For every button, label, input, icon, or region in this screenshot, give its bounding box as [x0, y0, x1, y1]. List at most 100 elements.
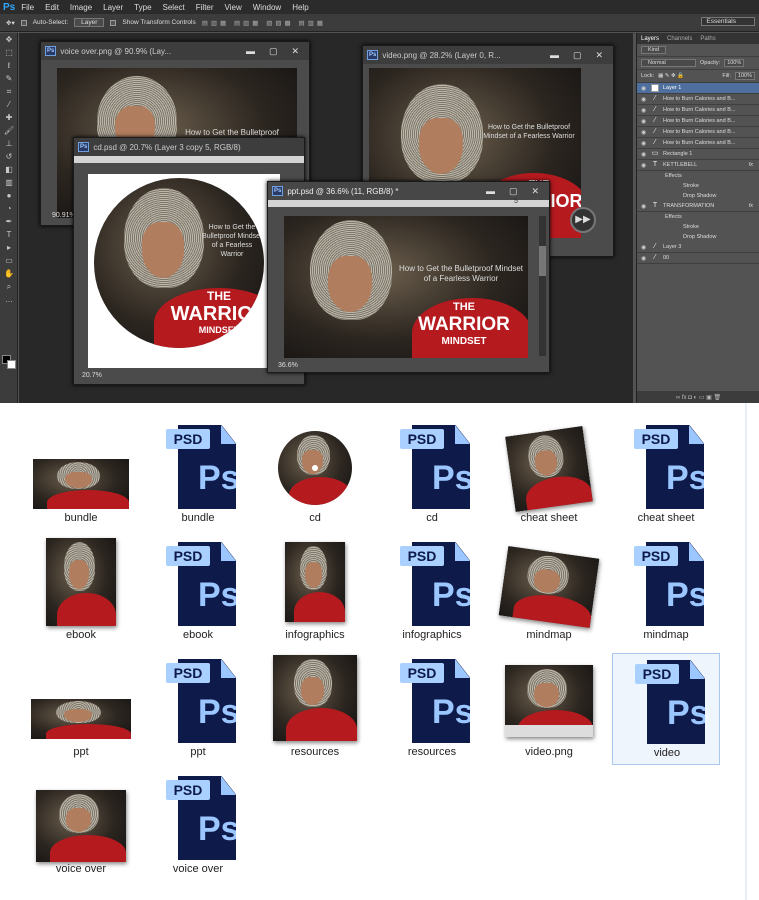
quick-select-tool-icon[interactable]: ✎: [0, 72, 18, 85]
stamp-tool-icon[interactable]: ⊥: [0, 137, 18, 150]
layer-row[interactable]: ◉ Layer 1: [637, 83, 759, 94]
auto-select-checkbox[interactable]: [20, 19, 27, 26]
path-select-tool-icon[interactable]: ▸: [0, 241, 18, 254]
layer-row[interactable]: Drop Shadow: [637, 232, 759, 242]
brush-tool-icon[interactable]: 🖌: [0, 124, 18, 137]
shape-tool-icon[interactable]: ▭: [0, 254, 18, 267]
layer-row[interactable]: Stroke: [637, 222, 759, 232]
menu-type[interactable]: Type: [134, 3, 151, 12]
panel-footer-icons[interactable]: ∞ fx ◘ ◐ ▭ ▣ 🗑: [637, 391, 759, 403]
menu-layer[interactable]: Layer: [103, 3, 123, 12]
layer-row[interactable]: ◉ ⁄ How to Burn Calories and B...: [637, 127, 759, 138]
visibility-eye-icon[interactable]: ◉: [641, 107, 647, 114]
menu-image[interactable]: Image: [70, 3, 92, 12]
layer-row[interactable]: Drop Shadow: [637, 191, 759, 201]
tab-channels[interactable]: Channels: [667, 36, 692, 42]
menu-edit[interactable]: Edit: [45, 3, 59, 12]
file-item[interactable]: Ps PSD mindmap: [612, 536, 720, 648]
file-item[interactable]: video.png: [495, 653, 603, 765]
eraser-tool-icon[interactable]: ◧: [0, 163, 18, 176]
visibility-eye-icon[interactable]: ◉: [641, 255, 647, 262]
layer-row[interactable]: Effects: [637, 212, 759, 222]
window-titlebar[interactable]: Ps video.png @ 28.2% (Layer 0, R... ▬ ▢ ✕: [363, 46, 613, 64]
visibility-eye-icon[interactable]: ◉: [641, 162, 647, 169]
file-item[interactable]: ppt: [27, 653, 135, 765]
layer-row[interactable]: ◉ ⁄ Layer 3: [637, 242, 759, 253]
close-icon[interactable]: ✕: [291, 46, 299, 57]
file-item[interactable]: Ps PSD infographics: [378, 536, 486, 648]
zoom-level[interactable]: 36.6%: [278, 362, 298, 369]
file-item[interactable]: voice over: [27, 770, 135, 882]
crop-tool-icon[interactable]: ⌗: [0, 85, 18, 98]
marquee-tool-icon[interactable]: ⬚: [0, 46, 18, 59]
workspace-dropdown[interactable]: Essentials: [701, 17, 755, 26]
menu-select[interactable]: Select: [163, 3, 185, 12]
file-item[interactable]: Ps PSD ppt: [144, 653, 252, 765]
history-brush-tool-icon[interactable]: ↺: [0, 150, 18, 163]
layer-row[interactable]: ◉ ⁄ How to Burn Calories and B...: [637, 105, 759, 116]
move-tool-icon[interactable]: ✥▾: [6, 19, 15, 27]
minimize-icon[interactable]: ▬: [550, 50, 559, 61]
layer-row[interactable]: ◉ ⁄ How to Burn Calories and B...: [637, 138, 759, 149]
visibility-eye-icon[interactable]: ◉: [641, 118, 647, 125]
zoom-tool-icon[interactable]: ⌕: [0, 280, 18, 293]
eyedropper-tool-icon[interactable]: ⁄: [0, 98, 18, 111]
explorer-scrollbar[interactable]: [745, 403, 747, 900]
move-tool-icon[interactable]: ✥: [0, 33, 18, 46]
pen-tool-icon[interactable]: ✒: [0, 215, 18, 228]
opacity-field[interactable]: 100%: [724, 59, 745, 67]
gradient-tool-icon[interactable]: ▥: [0, 176, 18, 189]
window-titlebar[interactable]: Ps ppt.psd @ 36.6% (11, RGB/8) * ▬ ▢ ✕: [268, 182, 549, 200]
minimize-icon[interactable]: ▬: [486, 186, 495, 197]
file-item[interactable]: cd: [261, 419, 369, 531]
visibility-eye-icon[interactable]: ◉: [641, 151, 647, 158]
visibility-eye-icon[interactable]: ◉: [641, 203, 647, 210]
file-item[interactable]: Ps PSD ebook: [144, 536, 252, 648]
blur-tool-icon[interactable]: ●: [0, 189, 18, 202]
file-item[interactable]: resources: [261, 653, 369, 765]
fx-icon[interactable]: fx: [749, 203, 753, 209]
window-titlebar[interactable]: Ps voice over.png @ 90.9% (Lay... ▬ ▢ ✕: [41, 42, 309, 60]
layer-row[interactable]: ◉ ▭ Rectangle 1: [637, 149, 759, 160]
menu-view[interactable]: View: [225, 3, 242, 12]
close-icon[interactable]: ✕: [531, 186, 539, 197]
file-item[interactable]: Ps PSD cheat sheet: [612, 419, 720, 531]
file-item[interactable]: infographics: [261, 536, 369, 648]
menu-help[interactable]: Help: [292, 3, 308, 12]
layer-row[interactable]: Effects: [637, 171, 759, 181]
fill-field[interactable]: 100%: [734, 72, 755, 80]
menu-filter[interactable]: Filter: [196, 3, 214, 12]
window-titlebar[interactable]: Ps cd.psd @ 20.7% (Layer 3 copy 5, RGB/8…: [74, 138, 304, 156]
fx-icon[interactable]: fx: [749, 162, 753, 168]
lasso-tool-icon[interactable]: ℓ: [0, 59, 18, 72]
zoom-level[interactable]: 20.7%: [82, 372, 102, 379]
visibility-eye-icon[interactable]: ◉: [641, 140, 647, 147]
layer-row[interactable]: ◉ ⁄ How to Burn Calories and B...: [637, 116, 759, 127]
healing-tool-icon[interactable]: ✚: [0, 111, 18, 124]
lock-icons[interactable]: ▦ ✎ ✥ 🔒: [658, 73, 684, 79]
menu-file[interactable]: File: [21, 3, 34, 12]
maximize-icon[interactable]: ▢: [269, 46, 278, 57]
file-item[interactable]: cheat sheet: [495, 419, 603, 531]
layer-row[interactable]: ◉ ⁄ 00: [637, 253, 759, 264]
file-item[interactable]: mindmap: [495, 536, 603, 648]
close-icon[interactable]: ✕: [595, 50, 603, 61]
blend-mode-dropdown[interactable]: Normal: [641, 59, 696, 67]
background-color-swatch[interactable]: [7, 360, 16, 369]
layer-row[interactable]: Stroke: [637, 181, 759, 191]
file-item[interactable]: Ps PSD resources: [378, 653, 486, 765]
visibility-eye-icon[interactable]: ◉: [641, 129, 647, 136]
file-item[interactable]: ebook: [27, 536, 135, 648]
show-transform-checkbox[interactable]: [110, 19, 117, 26]
layer-row[interactable]: ◉ ⁄ How to Burn Calories and B...: [637, 94, 759, 105]
visibility-eye-icon[interactable]: ◉: [641, 96, 647, 103]
maximize-icon[interactable]: ▢: [509, 186, 518, 197]
file-item[interactable]: Ps PSD voice over: [144, 770, 252, 882]
layer-row[interactable]: ◉ T TRANSFORMATION fx: [637, 201, 759, 212]
auto-select-dropdown[interactable]: Layer: [74, 18, 105, 27]
visibility-eye-icon[interactable]: ◉: [641, 85, 647, 92]
tab-layers[interactable]: Layers: [641, 36, 659, 42]
visibility-eye-icon[interactable]: ◉: [641, 244, 647, 251]
file-item[interactable]: Ps PSD cd: [378, 419, 486, 531]
filter-kind-dropdown[interactable]: Kind: [641, 46, 667, 54]
